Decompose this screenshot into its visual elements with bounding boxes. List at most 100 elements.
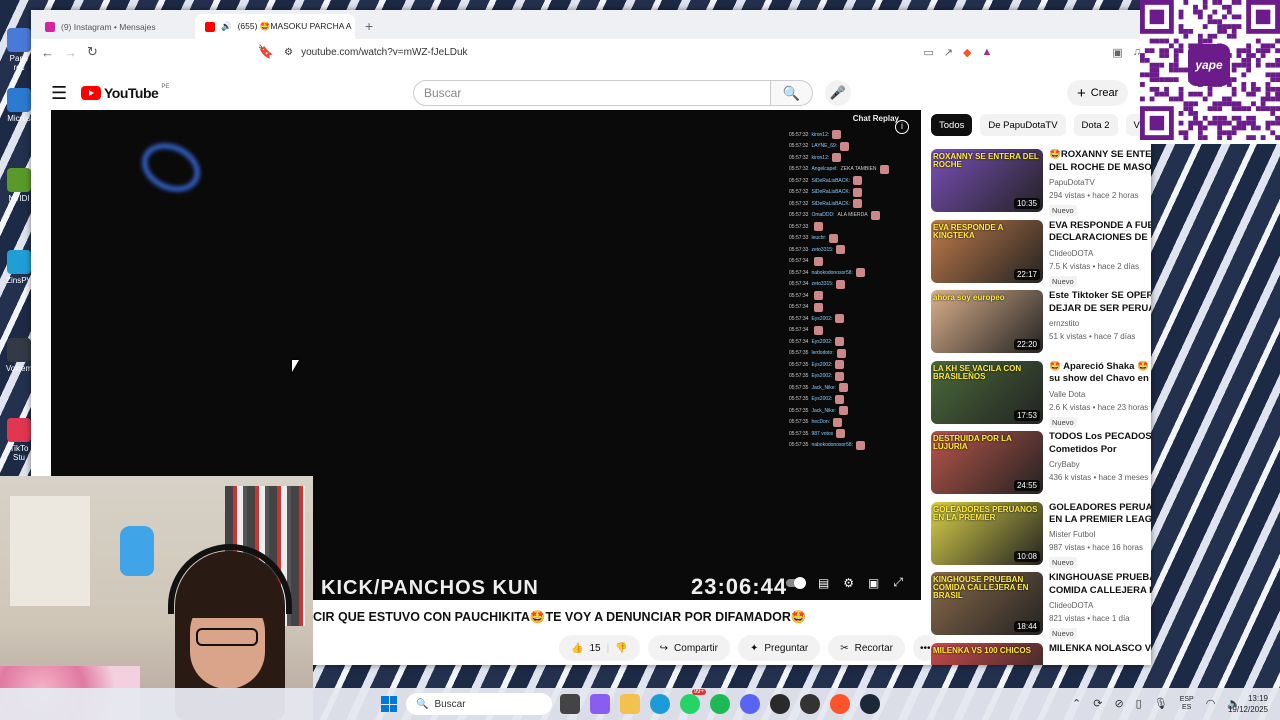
video-thumbnail[interactable]: MILENKA VS 100 CHICOS — [931, 642, 1043, 665]
video-thumbnail[interactable]: ahora soy europeo 22:20 — [931, 290, 1043, 353]
tab-youtube[interactable]: 🔊 (655) 🤩MASOKU PARCHA A ✕ — [195, 14, 355, 39]
copilot-icon[interactable] — [590, 694, 610, 714]
voice-search-button[interactable]: 🎤 — [825, 80, 851, 106]
menu-icon[interactable]: ☰ — [51, 83, 67, 104]
clip-button[interactable]: ✂ Recortar — [828, 635, 905, 661]
share-button[interactable]: ↪ Compartir — [647, 635, 730, 661]
new-tab-button[interactable]: + — [355, 18, 383, 39]
video-thumbnail[interactable]: EVA RESPONDE A KINGTEKA 22:17 — [931, 219, 1043, 283]
desktop-icon[interactable]: TikTo Stu — [4, 418, 34, 462]
recommended-video[interactable]: ROXANNY SE ENTERA DEL ROCHE 10:35 🤩ROXANNY… — [931, 149, 1151, 220]
filter-chip[interactable]: Dota 2 — [1073, 114, 1118, 136]
recommended-video[interactable]: EVA RESPONDE A KINGTEKA 22:17 EVA RESPONDE… — [931, 219, 1151, 291]
brave-rewards-icon[interactable]: ▲ — [981, 46, 992, 59]
filter-chip[interactable]: De PapuDotaTV — [980, 114, 1066, 136]
recommended-video[interactable]: MILENKA VS 100 CHICOS MILENKA NOLASCO VS … — [931, 642, 1151, 665]
recommended-video[interactable]: LA KH SE VACILA CON BRASILEÑOS 17:53 🤩 Apa… — [931, 360, 1151, 432]
video-thumbnail[interactable]: LA KH SE VACILA CON BRASILEÑOS 17:53 — [931, 360, 1043, 424]
taskbar-clock[interactable]: 13:19 19/12/2025 — [1228, 693, 1268, 715]
recommended-video[interactable]: ahora soy europeo 22:20 Este Tiktoker SE O… — [931, 290, 1151, 361]
wifi-icon[interactable]: ◠ — [1206, 697, 1216, 710]
recommended-video[interactable]: KINGHOUSE PRUEBAN COMIDA CALLEJERA EN BR… — [931, 572, 1151, 643]
youtube-logo[interactable]: YouTube PE — [81, 84, 169, 101]
video-thumbnail[interactable]: DESTRUIDA POR LA LUJURIA 24:55 — [931, 431, 1043, 494]
ask-button[interactable]: ✦ Preguntar — [737, 635, 821, 661]
video-title[interactable]: TODOS Los PECADOS Cometidos Por ARIGAMEP… — [1049, 431, 1151, 457]
video-thumbnail[interactable]: GOLEADORES PERUANOS EN LA PREMIER 10:08 — [931, 501, 1043, 565]
emote-icon — [840, 141, 850, 151]
sync-icon[interactable]: ⟳ — [1093, 697, 1102, 710]
desktop-icon-label: Voicem — [5, 364, 33, 373]
desktop-icon[interactable]: ZinsPV — [4, 250, 34, 285]
speaker-icon[interactable]: 🔊 — [221, 21, 232, 32]
xbox-icon[interactable] — [770, 694, 790, 714]
thumbnail-caption: GOLEADORES PERUANOS EN LA PREMIER — [933, 504, 1038, 522]
steam-icon[interactable] — [860, 694, 880, 714]
search-button[interactable]: 🔍 — [771, 80, 813, 106]
view-stats: 436 k vistas • hace 3 meses — [1049, 473, 1149, 482]
cast-icon[interactable]: ▭ — [923, 46, 933, 59]
video-thumbnail[interactable]: ROXANNY SE ENTERA DEL ROCHE 10:35 — [931, 149, 1043, 212]
info-icon[interactable]: i — [895, 120, 909, 134]
settings-icon[interactable]: ⚙ — [843, 576, 854, 590]
create-button[interactable]: + Crear — [1067, 80, 1129, 106]
forward-icon[interactable]: → — [64, 45, 77, 60]
channel-name[interactable]: Mister Futbol — [1049, 530, 1151, 539]
new-badge: Nuevo — [1049, 557, 1077, 569]
channel-name[interactable]: CryBaby — [1049, 460, 1151, 469]
desktop-icon[interactable]: Voicem — [4, 338, 34, 373]
desktop-icon[interactable]: Pape rec — [4, 28, 34, 72]
windows-start-icon[interactable] — [381, 696, 397, 712]
app-dark-icon[interactable] — [800, 694, 820, 714]
reload-icon[interactable]: ↻ — [87, 44, 98, 60]
video-title[interactable]: 🤩 Apareció Shaka 🤩 Hace su show del Chav… — [1049, 361, 1151, 387]
edge-icon[interactable] — [650, 694, 670, 714]
task-view-icon[interactable] — [560, 694, 580, 714]
url-field[interactable]: ⚙ youtube.com/watch?v=mWZ-fJeLDuk — [284, 42, 913, 62]
video-thumbnail[interactable]: KINGHOUSE PRUEBAN COMIDA CALLEJERA EN BR… — [931, 572, 1043, 635]
brave-shield-icon[interactable]: ◆ — [963, 46, 971, 59]
fullscreen-icon[interactable]: ⤢ — [893, 575, 903, 590]
filter-chip[interactable]: Todos — [931, 114, 973, 136]
video-title[interactable]: GOLEADORES PERUANOS EN LA PREMIER LEAGUE… — [1049, 502, 1151, 528]
like-button[interactable]: 👍 15 | 👎 — [559, 635, 640, 661]
video-title[interactable]: KINGHOUASE PRUEBA COMIDA CALLEJERA EN BR… — [1049, 572, 1151, 598]
bookmark-icon[interactable]: 🔖 — [258, 44, 274, 60]
file-explorer-icon[interactable] — [620, 694, 640, 714]
search-input[interactable]: Buscar — [413, 80, 771, 106]
tab-instagram[interactable]: (9) Instagram • Mensajes — [35, 14, 195, 39]
desktop-icon[interactable]: Micros — [4, 88, 34, 123]
chat-message: 05:57:35 Jack_Nike: — [789, 405, 909, 417]
video-title[interactable]: MILENKA NOLASCO VS 100 — [1049, 643, 1151, 656]
back-icon[interactable]: ← — [41, 45, 54, 60]
channel-name[interactable]: PapuDotaTV — [1049, 178, 1151, 187]
autoplay-toggle[interactable] — [785, 576, 806, 589]
taskbar-search[interactable]: 🔍 Buscar — [406, 693, 552, 715]
network-off-icon[interactable]: ⊘ — [1114, 697, 1123, 710]
miniplayer-icon[interactable]: ▣ — [868, 576, 879, 590]
spotify-icon[interactable] — [710, 694, 730, 714]
channel-name[interactable]: ClideoDOTA — [1049, 249, 1151, 258]
site-info-icon[interactable]: ⚙ — [284, 47, 293, 58]
channel-name[interactable]: Valle Dota — [1049, 390, 1151, 399]
channel-name[interactable]: ernzstito — [1049, 319, 1151, 328]
sidebar-icon[interactable]: ▣ — [1112, 46, 1122, 59]
whatsapp-icon[interactable]: 99+ — [680, 689, 706, 714]
video-title[interactable]: 🤩ROXANNY SE ENTERA DEL ROCHE DE MASOKU I… — [1049, 149, 1151, 175]
share-icon[interactable]: ↗ — [944, 46, 953, 59]
meet-icon[interactable]: ▯ — [1136, 697, 1142, 710]
recommended-video[interactable]: GOLEADORES PERUANOS EN LA PREMIER 10:08 GO… — [931, 501, 1151, 573]
video-title[interactable]: EVA RESPONDE A FUERTES DECLARACIONES DE … — [1049, 220, 1151, 246]
chevron-up-icon[interactable]: ⌃ — [1072, 697, 1081, 710]
desktop-icon[interactable]: NVIDI — [4, 168, 34, 203]
language-indicator[interactable]: ESP ES — [1180, 696, 1194, 711]
chat-message: 05:57:32 Angelcapel: ZEKA TAMBIEN — [789, 164, 909, 176]
thumbs-down-icon[interactable]: 👎 — [615, 643, 627, 654]
subtitles-icon[interactable]: ▤ — [818, 576, 829, 590]
recommended-video[interactable]: DESTRUIDA POR LA LUJURIA 24:55 TODOS Los P… — [931, 431, 1151, 502]
video-title[interactable]: Este Tiktoker SE OPERÓ para DEJAR DE SER… — [1049, 290, 1151, 316]
brave-icon[interactable] — [830, 694, 850, 714]
discord-icon[interactable] — [740, 694, 760, 714]
mic-icon[interactable]: 🎙 — [1154, 697, 1168, 710]
channel-name[interactable]: ClideoDOTA — [1049, 601, 1151, 610]
